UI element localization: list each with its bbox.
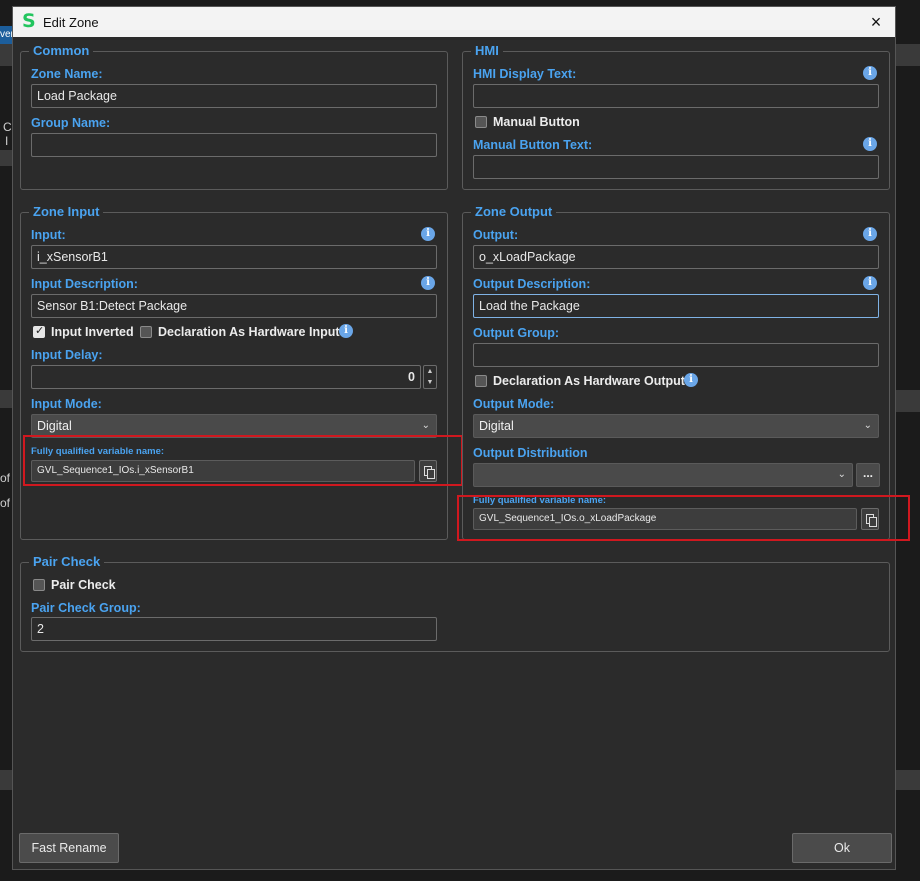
- info-icon[interactable]: i: [863, 137, 877, 151]
- input-delay-field[interactable]: 0: [31, 365, 421, 389]
- background-strip: [0, 150, 12, 166]
- background-strip: [0, 390, 12, 408]
- hardware-input-checkbox[interactable]: [140, 326, 152, 338]
- input-mode-value: Digital: [37, 419, 72, 433]
- zone-name-label: Zone Name:: [31, 67, 103, 81]
- app-logo-icon: S: [22, 10, 36, 32]
- input-description-field[interactable]: Sensor B1:Detect Package: [31, 294, 437, 318]
- input-delay-spinner[interactable]: ▲ ▼: [423, 365, 437, 389]
- output-description-field[interactable]: Load the Package: [473, 294, 879, 318]
- zone-name-input[interactable]: Load Package: [31, 84, 437, 108]
- chevron-down-icon: ⌄: [863, 420, 872, 431]
- output-mode-value: Digital: [479, 419, 514, 433]
- background-text: I: [5, 134, 9, 148]
- title-bar: S Edit Zone ×: [13, 7, 895, 37]
- pair-check-group-label: Pair Check Group:: [31, 601, 141, 615]
- input-description-label: Input Description:: [31, 277, 138, 291]
- background-strip: [0, 44, 12, 66]
- manual-button-label: Manual Button: [493, 115, 580, 129]
- output-group-field[interactable]: [473, 343, 879, 367]
- pair-check-group-field[interactable]: 2: [31, 617, 437, 641]
- ok-button[interactable]: Ok: [792, 833, 892, 863]
- pair-check-legend: Pair Check: [29, 554, 105, 570]
- info-icon[interactable]: i: [863, 227, 877, 241]
- chevron-down-icon: ⌄: [421, 420, 430, 431]
- manual-button-text-label: Manual Button Text:: [473, 138, 593, 152]
- zone-output-legend: Zone Output: [471, 204, 557, 220]
- zone-input-legend: Zone Input: [29, 204, 104, 220]
- info-icon[interactable]: i: [339, 324, 353, 338]
- dialog-title: Edit Zone: [43, 15, 99, 30]
- hmi-display-text-input[interactable]: [473, 84, 879, 108]
- background-text: of: [0, 496, 11, 510]
- input-mode-label: Input Mode:: [31, 397, 102, 411]
- output-description-label: Output Description:: [473, 277, 591, 291]
- spin-up-icon[interactable]: ▲: [424, 366, 436, 377]
- chevron-down-icon: ⌄: [837, 469, 846, 480]
- output-mode-label: Output Mode:: [473, 397, 555, 411]
- info-icon[interactable]: i: [863, 276, 877, 290]
- output-distribution-select[interactable]: ⌄: [473, 463, 853, 487]
- info-icon[interactable]: i: [863, 66, 877, 80]
- hardware-output-checkbox[interactable]: [475, 375, 487, 387]
- output-distribution-more-button[interactable]: ...: [856, 463, 880, 487]
- group-name-input[interactable]: [31, 133, 437, 157]
- hmi-legend: HMI: [471, 43, 503, 59]
- output-label: Output:: [473, 228, 519, 242]
- manual-button-checkbox[interactable]: [475, 116, 487, 128]
- highlight-box: [457, 495, 910, 541]
- fast-rename-button[interactable]: Fast Rename: [19, 833, 119, 863]
- pair-check-label: Pair Check: [51, 578, 116, 592]
- close-icon[interactable]: ×: [865, 11, 887, 33]
- highlight-box: [23, 435, 463, 486]
- output-distribution-label: Output Distribution: [473, 446, 588, 460]
- manual-button-text-input[interactable]: [473, 155, 879, 179]
- info-icon[interactable]: i: [421, 276, 435, 290]
- background-text: C: [3, 120, 12, 134]
- info-icon[interactable]: i: [684, 373, 698, 387]
- input-inverted-checkbox[interactable]: [33, 324, 45, 338]
- input-label: Input:: [31, 228, 66, 242]
- group-name-label: Group Name:: [31, 116, 111, 130]
- background-strip-right: [896, 770, 920, 790]
- input-inverted-label: Input Inverted: [51, 325, 134, 339]
- hardware-input-label: Declaration As Hardware Input: [158, 325, 340, 339]
- hardware-output-label: Declaration As Hardware Output: [493, 374, 685, 388]
- output-mode-select[interactable]: Digital ⌄: [473, 414, 879, 438]
- background-strip-right: [896, 390, 920, 412]
- input-field[interactable]: i_xSensorB1: [31, 245, 437, 269]
- background-strip-right: [896, 44, 920, 66]
- common-legend: Common: [29, 43, 94, 59]
- output-field[interactable]: o_xLoadPackage: [473, 245, 879, 269]
- input-delay-label: Input Delay:: [31, 348, 103, 362]
- info-icon[interactable]: i: [421, 227, 435, 241]
- spin-down-icon[interactable]: ▼: [424, 377, 436, 388]
- hmi-display-text-label: HMI Display Text:: [473, 67, 577, 81]
- background-strip: [0, 770, 12, 790]
- background-text: of: [0, 471, 11, 485]
- pair-check-checkbox[interactable]: [33, 579, 45, 591]
- output-group-label: Output Group:: [473, 326, 560, 340]
